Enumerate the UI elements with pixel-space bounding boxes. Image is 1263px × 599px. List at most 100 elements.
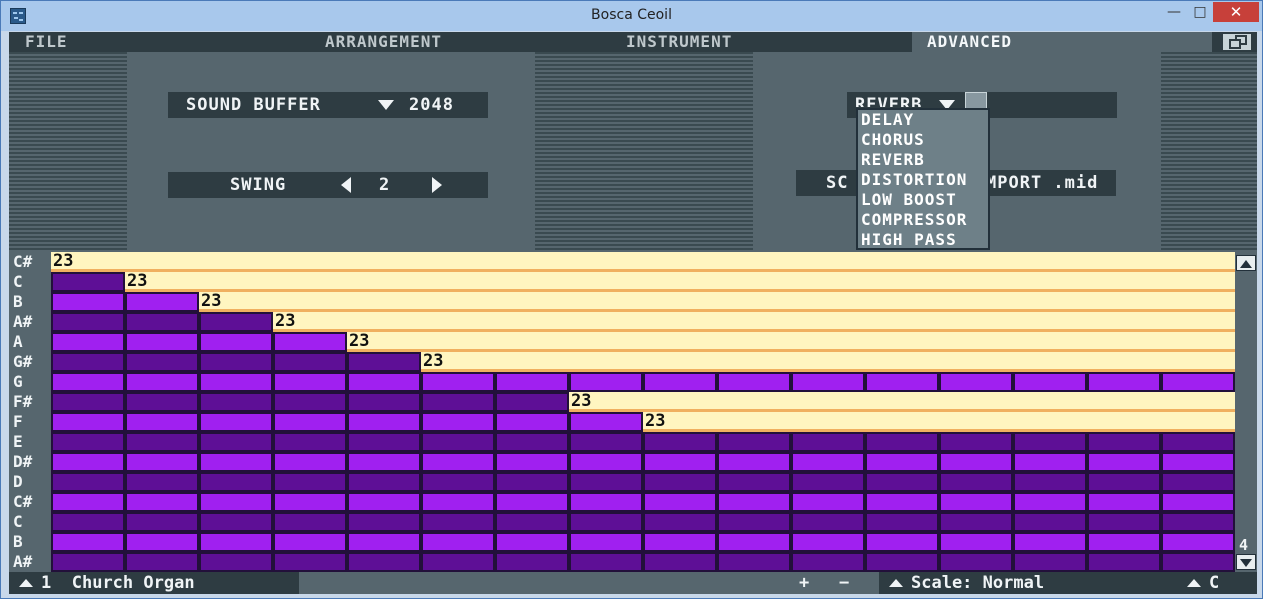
note-cell[interactable] bbox=[1161, 532, 1235, 552]
note-cell[interactable] bbox=[643, 432, 717, 452]
note-cell[interactable] bbox=[1013, 552, 1087, 572]
placed-note[interactable] bbox=[421, 352, 1257, 372]
note-cell[interactable] bbox=[347, 452, 421, 472]
note-cell[interactable] bbox=[939, 552, 1013, 572]
note-cell[interactable] bbox=[1161, 472, 1235, 492]
note-cell[interactable] bbox=[273, 412, 347, 432]
note-cell[interactable] bbox=[51, 372, 125, 392]
note-cell[interactable] bbox=[1161, 552, 1235, 572]
note-cell[interactable] bbox=[125, 392, 199, 412]
note-cell[interactable] bbox=[865, 372, 939, 392]
note-cell[interactable] bbox=[643, 472, 717, 492]
note-cell[interactable] bbox=[273, 452, 347, 472]
note-cell[interactable] bbox=[1013, 452, 1087, 472]
tab-arrangement[interactable]: ARRANGEMENT bbox=[325, 32, 485, 52]
note-cell[interactable] bbox=[569, 452, 643, 472]
note-cell[interactable] bbox=[125, 372, 199, 392]
note-cell[interactable] bbox=[421, 452, 495, 472]
minimize-button[interactable]: — bbox=[1161, 2, 1187, 22]
note-cell[interactable] bbox=[347, 432, 421, 452]
sound-buffer-control[interactable]: SOUND BUFFER 2048 bbox=[168, 92, 488, 118]
note-cell[interactable] bbox=[347, 472, 421, 492]
note-cell[interactable] bbox=[199, 312, 273, 332]
arrow-left-icon[interactable] bbox=[341, 177, 351, 193]
note-cell[interactable] bbox=[569, 472, 643, 492]
note-cell[interactable] bbox=[125, 472, 199, 492]
scale-selector[interactable]: Scale: Normal bbox=[889, 572, 1044, 594]
placed-note[interactable] bbox=[569, 392, 1257, 412]
note-cell[interactable] bbox=[273, 392, 347, 412]
tab-advanced[interactable]: ADVANCED bbox=[912, 32, 1212, 52]
note-cell[interactable] bbox=[347, 372, 421, 392]
note-cell[interactable] bbox=[125, 532, 199, 552]
note-cell[interactable] bbox=[51, 432, 125, 452]
note-cell[interactable] bbox=[791, 552, 865, 572]
note-cell[interactable] bbox=[643, 372, 717, 392]
scroll-up-icon[interactable] bbox=[1236, 255, 1256, 271]
note-cell[interactable] bbox=[1161, 512, 1235, 532]
note-cell[interactable] bbox=[51, 412, 125, 432]
instrument-selector[interactable]: 1 Church Organ bbox=[19, 572, 299, 594]
note-cell[interactable] bbox=[125, 512, 199, 532]
note-cell[interactable] bbox=[939, 512, 1013, 532]
note-cell[interactable] bbox=[939, 452, 1013, 472]
note-cell[interactable] bbox=[495, 472, 569, 492]
note-cell[interactable] bbox=[273, 332, 347, 352]
note-cell[interactable] bbox=[199, 392, 273, 412]
note-cell[interactable] bbox=[717, 372, 791, 392]
arrow-right-icon[interactable] bbox=[432, 177, 442, 193]
note-cell[interactable] bbox=[939, 432, 1013, 452]
dropdown-item-reverb[interactable]: REVERB bbox=[861, 150, 925, 170]
note-cell[interactable] bbox=[421, 552, 495, 572]
note-cell[interactable] bbox=[199, 532, 273, 552]
note-cell[interactable] bbox=[1013, 532, 1087, 552]
note-cell[interactable] bbox=[347, 412, 421, 432]
note-cell[interactable] bbox=[495, 432, 569, 452]
note-cell[interactable] bbox=[1013, 432, 1087, 452]
note-cell[interactable] bbox=[865, 552, 939, 572]
note-cell[interactable] bbox=[569, 412, 643, 432]
note-cell[interactable] bbox=[495, 552, 569, 572]
note-cell[interactable] bbox=[939, 532, 1013, 552]
note-cell[interactable] bbox=[51, 312, 125, 332]
note-cell[interactable] bbox=[865, 492, 939, 512]
note-cell[interactable] bbox=[125, 332, 199, 352]
placed-note[interactable] bbox=[125, 272, 1257, 292]
note-cell[interactable] bbox=[347, 552, 421, 572]
note-cell[interactable] bbox=[569, 372, 643, 392]
note-cell[interactable] bbox=[421, 392, 495, 412]
dropdown-item-compressor[interactable]: COMPRESSOR bbox=[861, 210, 967, 230]
note-cell[interactable] bbox=[865, 532, 939, 552]
note-cell[interactable] bbox=[1087, 372, 1161, 392]
note-cell[interactable] bbox=[865, 472, 939, 492]
note-cell[interactable] bbox=[939, 372, 1013, 392]
close-button[interactable]: ✕ bbox=[1213, 2, 1259, 22]
dropdown-item-distortion[interactable]: DISTORTION bbox=[861, 170, 967, 190]
note-cell[interactable] bbox=[791, 372, 865, 392]
note-cell[interactable] bbox=[865, 452, 939, 472]
note-cell[interactable] bbox=[273, 512, 347, 532]
note-cell[interactable] bbox=[51, 472, 125, 492]
note-cell[interactable] bbox=[51, 492, 125, 512]
note-cell[interactable] bbox=[495, 512, 569, 532]
note-cell[interactable] bbox=[1013, 512, 1087, 532]
note-cell[interactable] bbox=[1161, 452, 1235, 472]
note-cell[interactable] bbox=[791, 512, 865, 532]
note-cell[interactable] bbox=[791, 472, 865, 492]
note-cell[interactable] bbox=[791, 492, 865, 512]
placed-note[interactable] bbox=[199, 292, 1257, 312]
note-cell[interactable] bbox=[199, 412, 273, 432]
note-cell[interactable] bbox=[421, 512, 495, 532]
note-cell[interactable] bbox=[569, 512, 643, 532]
note-cell[interactable] bbox=[495, 412, 569, 432]
note-cell[interactable] bbox=[51, 532, 125, 552]
note-cell[interactable] bbox=[273, 352, 347, 372]
note-cell[interactable] bbox=[125, 412, 199, 432]
note-cell[interactable] bbox=[495, 372, 569, 392]
note-cell[interactable] bbox=[199, 332, 273, 352]
triangle-up-icon[interactable] bbox=[1187, 579, 1201, 587]
note-cell[interactable] bbox=[643, 532, 717, 552]
note-cell[interactable] bbox=[347, 352, 421, 372]
note-cell[interactable] bbox=[421, 532, 495, 552]
note-cell[interactable] bbox=[1087, 432, 1161, 452]
